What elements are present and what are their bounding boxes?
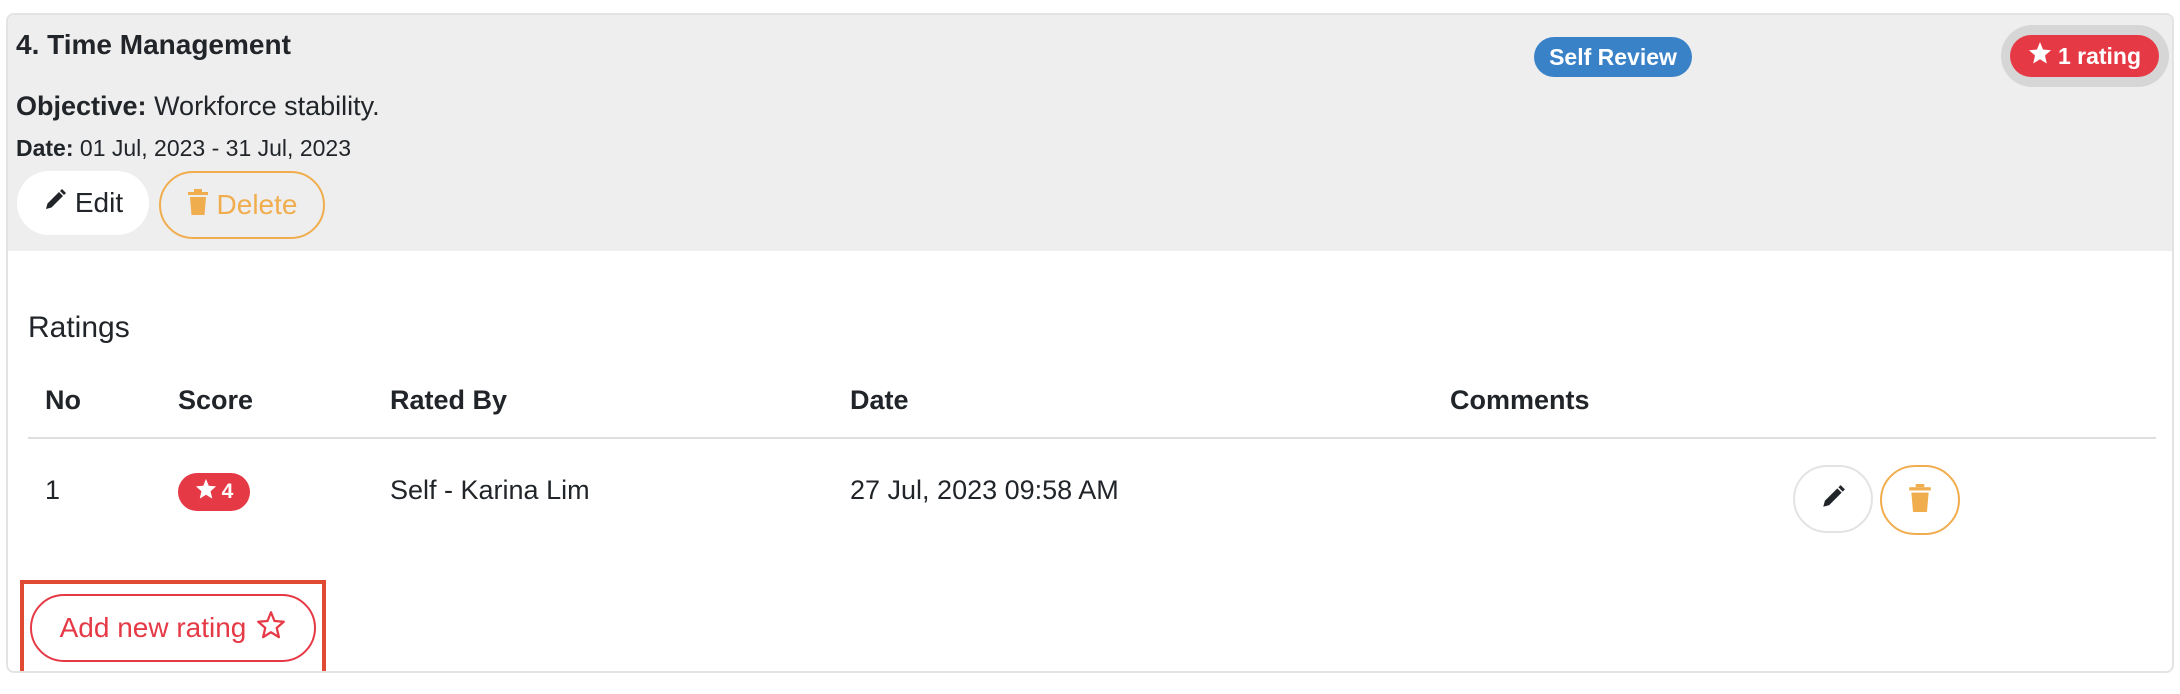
objective-header: 4. Time Management Objective: Workforce … (8, 15, 2172, 251)
cell-rated-by: Self - Karina Lim (390, 475, 590, 505)
column-header-score: Score (178, 385, 254, 415)
score-value: 4 (221, 480, 234, 503)
cell-no: 1 (45, 475, 61, 505)
rating-count-badge[interactable]: 1 rating (2010, 35, 2159, 77)
date-line: Date: 01 Jul, 2023 - 31 Jul, 2023 (16, 135, 351, 162)
objective-card: 4. Time Management Objective: Workforce … (6, 13, 2174, 673)
table-header-divider (28, 437, 2156, 439)
pencil-icon (1820, 484, 1846, 515)
ratings-heading: Ratings (28, 311, 130, 344)
star-outline-icon (246, 610, 286, 647)
add-rating-label: Add new rating (59, 612, 247, 643)
trash-icon (187, 188, 217, 222)
edit-rating-button[interactable] (1793, 465, 1873, 533)
edit-label: Edit (74, 187, 124, 218)
column-header-rated-by: Rated By (390, 385, 508, 415)
objective-label: Objective: (16, 91, 147, 121)
edit-objective-button[interactable]: Edit (17, 171, 149, 235)
trash-icon (1908, 483, 1932, 517)
pencil-icon (43, 187, 75, 219)
date-label: Date: (16, 135, 74, 161)
rating-count-label: 1 rating (2057, 42, 2142, 69)
objective-title: 4. Time Management (16, 29, 291, 60)
column-header-no: No (45, 385, 81, 415)
delete-label: Delete (216, 189, 298, 220)
self-review-badge: Self Review (1534, 37, 1692, 77)
delete-objective-button[interactable]: Delete (159, 171, 325, 239)
cell-date: 27 Jul, 2023 09:58 AM (850, 475, 1119, 505)
score-badge: 4 (178, 473, 250, 511)
star-icon (195, 478, 222, 506)
rating-count-container[interactable]: 1 rating (2001, 25, 2169, 87)
objective-text: Workforce stability. (154, 91, 380, 121)
column-header-date: Date (850, 385, 909, 415)
date-range: 01 Jul, 2023 - 31 Jul, 2023 (79, 135, 351, 161)
star-icon (2028, 41, 2058, 71)
column-header-comments: Comments (1450, 385, 1590, 415)
delete-rating-button[interactable] (1880, 465, 1960, 535)
objective-line: Objective: Workforce stability. (16, 91, 380, 122)
add-new-rating-button[interactable]: Add new rating (30, 594, 316, 662)
